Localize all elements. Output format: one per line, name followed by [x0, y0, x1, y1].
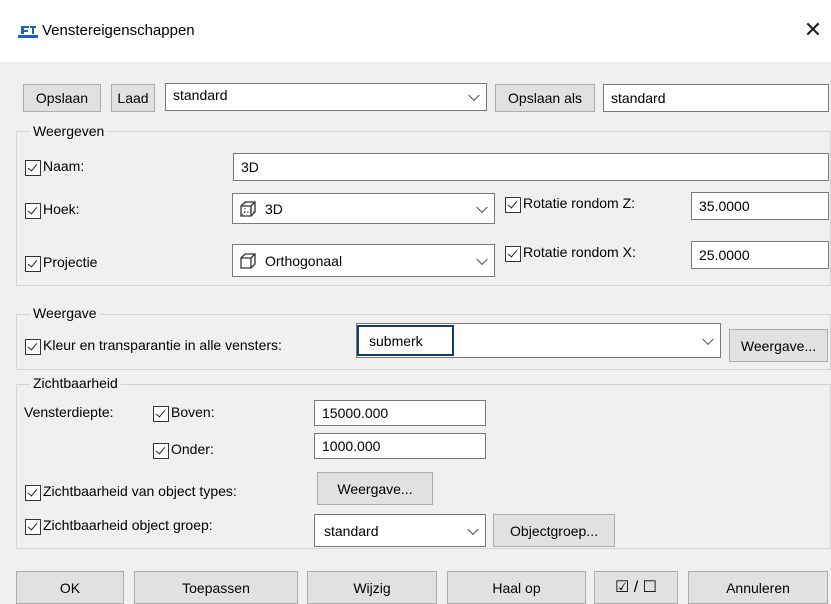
cube-3d-icon	[240, 200, 256, 217]
modify-button[interactable]: Wijzig	[307, 571, 437, 604]
chevron-down-icon	[476, 201, 488, 213]
cancel-button[interactable]: Annuleren	[688, 571, 828, 604]
app-logo-icon	[18, 26, 38, 38]
boven-label: Boven:	[171, 404, 215, 420]
apply-button[interactable]: Toepassen	[134, 571, 298, 604]
groep-combo-value: standard	[324, 522, 379, 539]
preset-combo-value: standard	[173, 87, 228, 103]
groep-combo[interactable]: standard	[314, 514, 486, 547]
kleur-combo-value: submerk	[357, 325, 454, 356]
preset-combo[interactable]: standard	[165, 83, 487, 111]
rot-z-checkbox[interactable]	[505, 197, 521, 213]
projectie-label: Projectie	[43, 254, 98, 270]
save-as-name-input[interactable]: standard	[603, 84, 829, 112]
onder-label: Onder:	[171, 441, 214, 457]
kleur-checkbox[interactable]	[25, 339, 41, 355]
kleur-combo[interactable]: submerk	[356, 323, 721, 358]
types-weergave-button[interactable]: Weergave...	[317, 472, 433, 505]
naam-checkbox[interactable]	[25, 160, 41, 176]
toggle-all-button[interactable]: ☑ / ☐	[594, 571, 678, 604]
rot-z-input[interactable]: 35.0000	[691, 192, 829, 220]
naam-label: Naam:	[43, 158, 85, 174]
ok-button[interactable]: OK	[16, 571, 124, 604]
groep-label: Zichtbaarheid object groep:	[43, 517, 213, 533]
onder-input[interactable]: 1000.000	[314, 433, 486, 459]
fetch-button[interactable]: Haal op	[447, 571, 586, 604]
chevron-down-icon	[467, 523, 479, 535]
vensterdiepte-label: Vensterdiepte:	[24, 404, 114, 420]
hoek-label: Hoek:	[43, 201, 80, 217]
projectie-combo[interactable]: Orthogonaal	[232, 244, 495, 277]
hoek-combo[interactable]: 3D	[232, 193, 495, 224]
rot-x-label: Rotatie rondom X:	[523, 244, 636, 260]
load-button[interactable]: Laad	[111, 84, 155, 112]
groep-checkbox[interactable]	[25, 519, 41, 535]
naam-input[interactable]: 3D	[233, 153, 829, 181]
boven-input[interactable]: 15000.000	[314, 400, 486, 426]
projectie-combo-value: Orthogonaal	[265, 252, 343, 269]
types-label: Zichtbaarheid van object types:	[43, 483, 237, 499]
save-as-button[interactable]: Opslaan als	[495, 84, 595, 112]
group-weergave-title: Weergave	[30, 305, 100, 321]
orthogonal-cube-icon	[240, 252, 256, 269]
chevron-down-icon	[702, 333, 714, 345]
weergave-button[interactable]: Weergave...	[729, 329, 828, 362]
types-checkbox[interactable]	[25, 485, 41, 501]
boven-checkbox[interactable]	[153, 406, 169, 422]
group-weergeven-title: Weergeven	[30, 123, 108, 139]
objectgroep-button[interactable]: Objectgroep...	[493, 514, 615, 547]
group-zichtbaarheid-title: Zichtbaarheid	[30, 375, 121, 391]
chevron-down-icon	[468, 89, 480, 102]
onder-checkbox[interactable]	[153, 443, 169, 459]
save-button[interactable]: Opslaan	[23, 84, 101, 112]
chevron-down-icon	[476, 253, 488, 265]
hoek-checkbox[interactable]	[25, 203, 41, 219]
projectie-checkbox[interactable]	[25, 256, 41, 272]
window-title: Venstereigenschappen	[42, 22, 195, 39]
kleur-label: Kleur en transparantie in alle vensters:	[43, 337, 282, 353]
rot-x-input[interactable]: 25.0000	[691, 241, 829, 269]
rot-x-checkbox[interactable]	[505, 246, 521, 262]
hoek-combo-value: 3D	[265, 200, 283, 217]
close-icon[interactable]: ✕	[800, 16, 826, 44]
rot-z-label: Rotatie rondom Z:	[523, 195, 636, 211]
